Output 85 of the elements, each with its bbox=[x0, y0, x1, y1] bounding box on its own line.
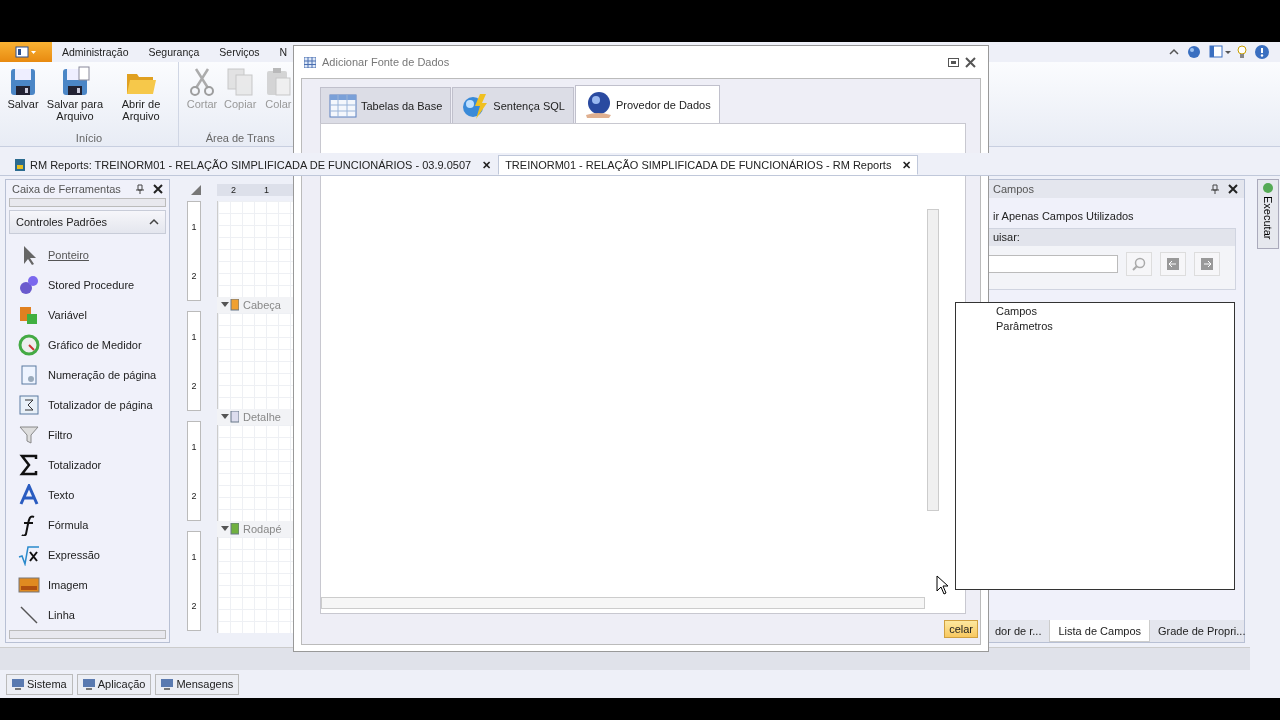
arrow-right-icon bbox=[1201, 258, 1213, 270]
toolbox-item[interactable]: Filtro bbox=[6, 420, 169, 450]
close-icon[interactable] bbox=[153, 184, 163, 194]
document-tab[interactable]: TREINORM01 - RELAÇÃO SIMPLIFICADA DE FUNCIONÁRIOS - RM Reports ✕ bbox=[498, 155, 919, 175]
toolbox-item[interactable]: Totalizador bbox=[6, 450, 169, 480]
band-icon bbox=[221, 411, 239, 423]
toolbox-item[interactable]: Texto bbox=[6, 480, 169, 510]
line-icon bbox=[18, 604, 40, 626]
ruler: 1 2 bbox=[187, 201, 201, 301]
restore-icon[interactable] bbox=[948, 57, 959, 67]
dialog-tab[interactable]: Sentença SQL bbox=[452, 87, 574, 123]
ribbon-tab[interactable]: Serviços bbox=[209, 46, 270, 58]
cursor-icon bbox=[936, 575, 948, 595]
ribbon-button[interactable]: Abrir de Arquivo bbox=[108, 62, 174, 132]
letter-icon bbox=[18, 484, 40, 506]
ruler: 1 2 bbox=[187, 311, 201, 411]
monitor-icon bbox=[12, 678, 24, 690]
gauge-icon bbox=[18, 334, 40, 356]
tree-item[interactable]: Campos bbox=[996, 304, 1234, 319]
search-field[interactable] bbox=[987, 255, 1118, 273]
monitor-icon bbox=[82, 678, 95, 690]
table-icon bbox=[329, 91, 357, 120]
search-icon bbox=[1132, 257, 1146, 271]
status-tab[interactable]: Sistema bbox=[6, 673, 73, 695]
globe-icon bbox=[583, 90, 612, 119]
ribbon-tab[interactable]: Administração bbox=[52, 46, 139, 58]
group-label: Início bbox=[74, 132, 104, 146]
ribbon-tab[interactable]: Segurança bbox=[138, 46, 210, 58]
scrollbar[interactable] bbox=[321, 597, 925, 609]
search-label: uisar: bbox=[987, 229, 1235, 246]
dialog-tab[interactable]: Tabelas da Base bbox=[320, 87, 452, 123]
toolbox-item[interactable]: Imagem bbox=[6, 570, 169, 600]
previous-button[interactable] bbox=[1160, 252, 1186, 276]
ruler: 1 2 bbox=[187, 531, 201, 631]
status-tab[interactable]: Mensagens bbox=[155, 673, 240, 695]
image-icon bbox=[18, 574, 40, 596]
toolbox-item[interactable]: Numeração de página bbox=[6, 360, 169, 390]
option-label[interactable]: ir Apenas Campos Utilizados bbox=[987, 198, 1244, 228]
square-root-icon bbox=[18, 544, 40, 566]
pin-icon[interactable] bbox=[1210, 184, 1220, 194]
panel-tab[interactable]: dor de r... bbox=[987, 620, 1050, 642]
status-tab[interactable]: Aplicação bbox=[76, 673, 152, 695]
panel-tab[interactable]: Grade de Propri... bbox=[1150, 620, 1254, 642]
chevron-icon bbox=[149, 218, 159, 226]
toolbox-item[interactable]: Linha bbox=[6, 600, 169, 630]
document-icon bbox=[15, 159, 25, 171]
group-label: Área de Trans bbox=[204, 132, 276, 146]
dot-icon bbox=[1262, 182, 1274, 194]
lightning-globe-icon bbox=[461, 91, 490, 120]
toolbox-item[interactable]: Gráfico de Medidor bbox=[6, 330, 169, 360]
monitor-icon bbox=[161, 678, 174, 690]
tree-item[interactable]: Parâmetros bbox=[996, 319, 1234, 334]
toolbox-item[interactable]: Fórmula bbox=[6, 510, 169, 540]
panel-title: Caixa de Ferramentas bbox=[12, 183, 122, 195]
table-icon bbox=[304, 56, 316, 68]
close-icon[interactable] bbox=[1228, 184, 1238, 194]
toolbox-item[interactable]: Totalizador de página bbox=[6, 390, 169, 420]
ribbon-button[interactable]: Salvar bbox=[4, 62, 42, 132]
page-icon bbox=[18, 364, 40, 386]
toolbox-item[interactable]: Stored Procedure bbox=[6, 270, 169, 300]
cancel-button[interactable]: celar bbox=[944, 620, 978, 638]
variable-icon bbox=[18, 304, 40, 326]
pin-icon[interactable] bbox=[135, 184, 145, 194]
panel-title: Campos bbox=[993, 183, 1035, 195]
toolbox-item[interactable]: Ponteiro bbox=[6, 240, 169, 270]
dialog-tab[interactable]: Provedor de Dados bbox=[574, 85, 720, 123]
dialog-title: Adicionar Fonte de Dados bbox=[322, 56, 450, 68]
toolbox-item[interactable]: Variável bbox=[6, 300, 169, 330]
scrollbar[interactable] bbox=[927, 209, 939, 511]
funnel-icon bbox=[18, 424, 40, 446]
ribbon-tab[interactable]: N bbox=[269, 46, 298, 58]
corner-icon bbox=[191, 185, 201, 195]
panel-tab[interactable]: Lista de Campos bbox=[1049, 620, 1151, 642]
band-icon bbox=[221, 523, 239, 535]
menu-icon bbox=[15, 46, 37, 58]
application-menu-button[interactable] bbox=[0, 42, 52, 62]
band-icon bbox=[221, 299, 239, 311]
arrow-left-icon bbox=[1167, 258, 1179, 270]
toolbox-item[interactable]: Expressão bbox=[6, 540, 169, 570]
section-header[interactable]: Controles Padrões bbox=[9, 210, 166, 234]
next-button[interactable] bbox=[1194, 252, 1220, 276]
close-icon[interactable] bbox=[965, 56, 976, 68]
side-tab[interactable]: Executar bbox=[1257, 179, 1279, 249]
ruler: 1 2 bbox=[187, 421, 201, 521]
ribbon-button[interactable]: Salvar para Arquivo bbox=[42, 62, 108, 132]
